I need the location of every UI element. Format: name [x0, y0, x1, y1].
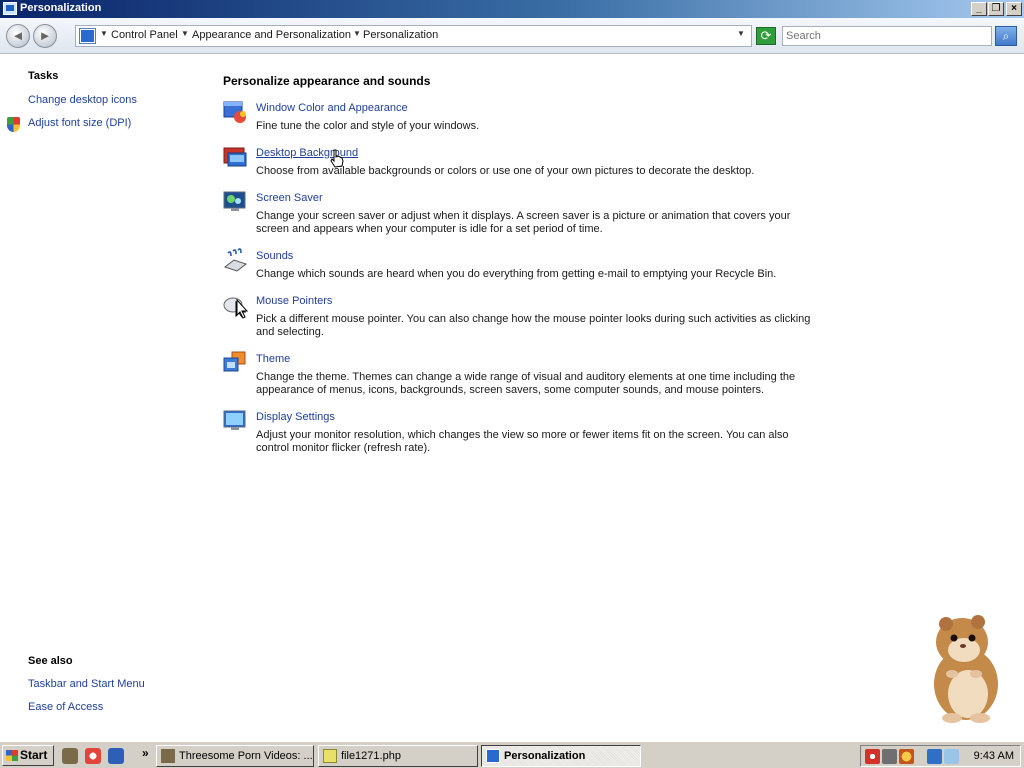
start-button[interactable]: Start	[2, 745, 54, 766]
tasks-heading: Tasks	[28, 70, 59, 82]
item-description: Pick a different mouse pointer. You can …	[256, 313, 811, 338]
taskbar-item-label: Threesome Porn Videos: ...	[179, 750, 313, 762]
quicklaunch-more-button[interactable]: »	[142, 746, 149, 760]
back-button[interactable]: ◄	[6, 24, 30, 48]
history-dropdown-icon[interactable]: ▼	[737, 29, 745, 38]
chevron-down-icon[interactable]: ▼	[181, 29, 189, 38]
screen-saver-icon	[223, 191, 246, 211]
back-arrow-icon: ◄	[11, 28, 25, 43]
adjust-font-size-link[interactable]: Adjust font size (DPI)	[28, 117, 131, 129]
security-alert-icon[interactable]	[865, 749, 880, 764]
search-input[interactable]	[782, 26, 992, 46]
breadcrumb-personalization[interactable]: Personalization	[363, 29, 438, 41]
file-icon	[323, 749, 337, 763]
window-title: Personalization	[20, 2, 102, 14]
control-panel-icon	[486, 749, 500, 763]
ease-of-access-link[interactable]: Ease of Access	[28, 701, 103, 713]
chevron-down-icon[interactable]: ▼	[100, 29, 108, 38]
taskbar-item-label: Personalization	[504, 750, 586, 762]
search-button[interactable]: ⌕	[995, 26, 1017, 46]
taskbar: Start » Threesome Porn Videos: ... file1…	[0, 741, 1024, 768]
start-label: Start	[20, 748, 48, 762]
network-icon[interactable]	[927, 749, 942, 764]
mouse-pointers-link[interactable]: Mouse Pointers	[256, 295, 332, 307]
window-color-link[interactable]: Window Color and Appearance	[256, 102, 408, 114]
item-description: Fine tune the color and style of your wi…	[256, 120, 480, 132]
title-bar[interactable]: Personalization _ ❐ ×	[0, 0, 1024, 18]
item-description: Change the theme. Themes can change a wi…	[256, 371, 796, 396]
taskbar-item-label: file1271.php	[341, 750, 401, 762]
theme-icon	[223, 351, 246, 372]
search-tray-icon[interactable]	[899, 749, 914, 764]
theme-link[interactable]: Theme	[256, 353, 290, 365]
control-panel-icon	[80, 29, 95, 43]
sounds-link[interactable]: Sounds	[256, 250, 293, 262]
sounds-icon	[223, 248, 248, 272]
forward-button[interactable]: ►	[33, 24, 57, 48]
close-button[interactable]: ×	[1006, 2, 1022, 16]
chevron-down-icon[interactable]: ▼	[353, 29, 361, 38]
window-color-icon	[223, 101, 246, 123]
item-description: Change which sounds are heard when you d…	[256, 268, 777, 280]
system-tray: 9:43 AM	[860, 745, 1021, 767]
item-description: Adjust your monitor resolution, which ch…	[256, 429, 789, 454]
quicklaunch-browser-icon[interactable]	[85, 748, 101, 764]
clock[interactable]: 9:43 AM	[974, 750, 1014, 762]
item-description: Change your screen saver or adjust when …	[256, 210, 791, 235]
taskbar-item-browser[interactable]: Threesome Porn Videos: ...	[156, 745, 314, 767]
maximize-button[interactable]: ❐	[988, 2, 1004, 16]
search-icon: ⌕	[1002, 29, 1010, 43]
see-also-heading: See also	[28, 655, 73, 667]
browser-icon	[161, 749, 175, 763]
minimize-button[interactable]: _	[971, 2, 987, 16]
display-icon	[223, 410, 246, 430]
tasks-pane: Tasks Change desktop icons Adjust font s…	[0, 55, 200, 741]
refresh-icon: ⟳	[760, 28, 772, 43]
refresh-button[interactable]: ⟳	[756, 27, 776, 45]
screen-saver-link[interactable]: Screen Saver	[256, 192, 323, 204]
taskbar-item-file[interactable]: file1271.php	[318, 745, 478, 767]
page-title: Personalize appearance and sounds	[223, 74, 431, 88]
breadcrumb[interactable]: ▼ Control Panel ▼ Appearance and Persona…	[75, 25, 752, 47]
address-bar: ◄ ► ▼ Control Panel ▼ Appearance and Per…	[0, 18, 1024, 54]
taskbar-start-menu-link[interactable]: Taskbar and Start Menu	[28, 678, 145, 690]
change-desktop-icons-link[interactable]: Change desktop icons	[28, 94, 137, 106]
breadcrumb-appearance[interactable]: Appearance and Personalization	[192, 29, 351, 41]
forward-arrow-icon: ►	[38, 28, 52, 43]
display-settings-link[interactable]: Display Settings	[256, 411, 335, 423]
quicklaunch-app-icon[interactable]	[62, 748, 78, 764]
show-desktop-icon[interactable]	[108, 748, 124, 764]
control-panel-icon	[3, 2, 17, 15]
breadcrumb-control-panel[interactable]: Control Panel	[111, 29, 178, 41]
windows-logo-icon	[6, 750, 18, 761]
volume-icon[interactable]	[944, 749, 959, 764]
taskbar-item-personalization[interactable]: Personalization	[481, 745, 641, 767]
hand-cursor-icon	[330, 149, 344, 168]
shield-icon	[7, 117, 20, 132]
network-monitor-icon[interactable]	[882, 749, 897, 764]
hamster-mascot-image	[934, 615, 998, 723]
arrow-cursor-icon	[236, 299, 248, 319]
desktop-background-icon	[223, 147, 247, 167]
